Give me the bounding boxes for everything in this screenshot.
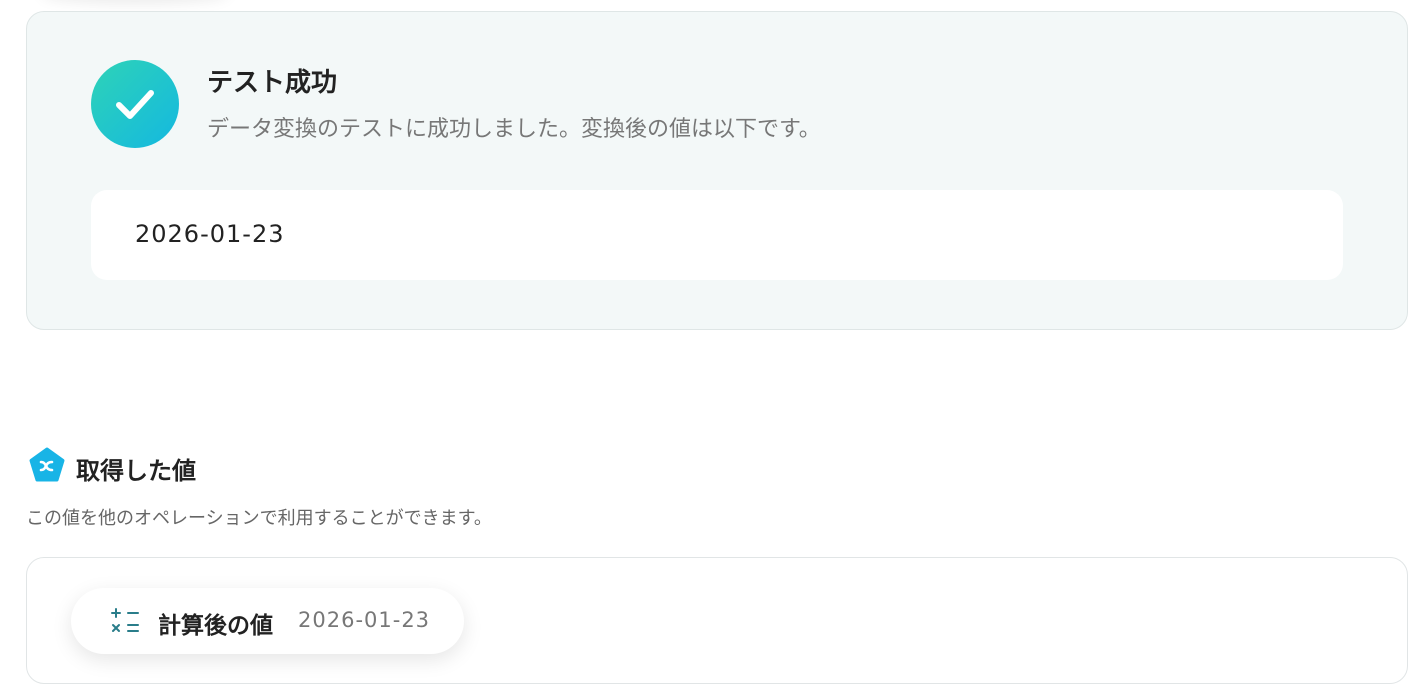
result-value-box: 2026-01-23 — [91, 190, 1343, 280]
result-value: 2026-01-23 — [135, 220, 285, 248]
function-badge-icon — [29, 447, 65, 482]
section-title: 取得した値 — [76, 457, 196, 485]
value-chip-calculated[interactable]: 計算後の値 2026-01-23 — [71, 588, 464, 654]
retrieved-values-panel: 計算後の値 2026-01-23 — [26, 557, 1408, 684]
test-success-panel: テスト成功 データ変換のテストに成功しました。変換後の値は以下です。 2026-… — [26, 11, 1408, 330]
value-chip-label: 計算後の値 — [158, 613, 273, 639]
value-chip-value: 2026-01-23 — [298, 608, 431, 632]
success-title: テスト成功 — [207, 68, 338, 98]
section-description: この値を他のオペレーションで利用することができます。 — [26, 508, 492, 529]
calculator-icon — [111, 608, 139, 632]
check-circle-icon — [91, 60, 179, 148]
page: テスト成功 データ変換のテストに成功しました。変換後の値は以下です。 2026-… — [0, 0, 1424, 692]
success-description: データ変換のテストに成功しました。変換後の値は以下です。 — [207, 117, 821, 142]
